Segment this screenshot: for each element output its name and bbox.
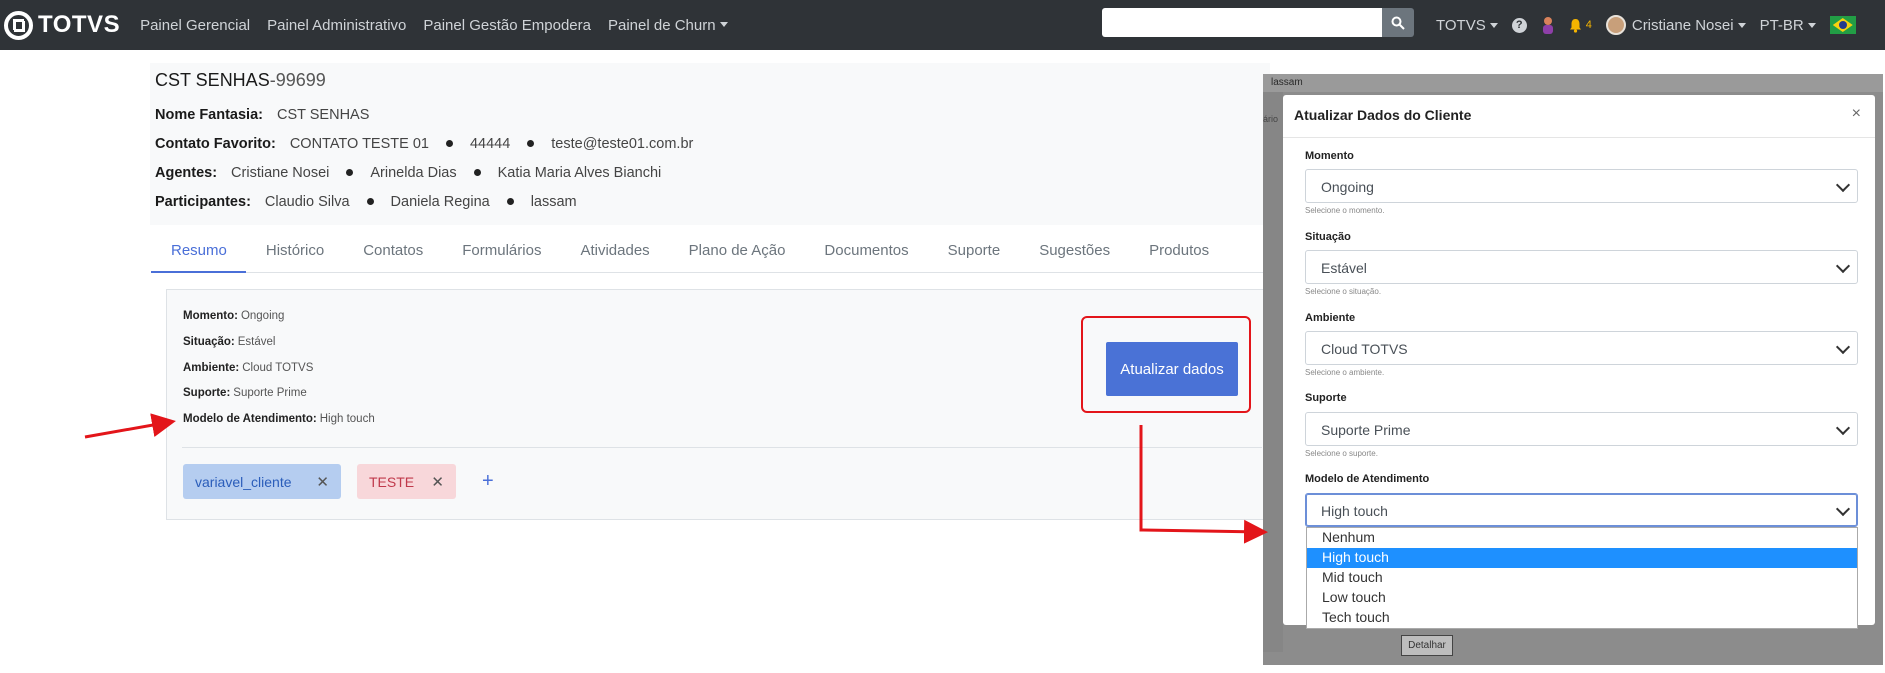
annotation-arrows bbox=[84, 413, 1268, 544]
arrow-to-service-model bbox=[84, 413, 176, 439]
arrow-to-modal-field bbox=[1139, 425, 1268, 544]
